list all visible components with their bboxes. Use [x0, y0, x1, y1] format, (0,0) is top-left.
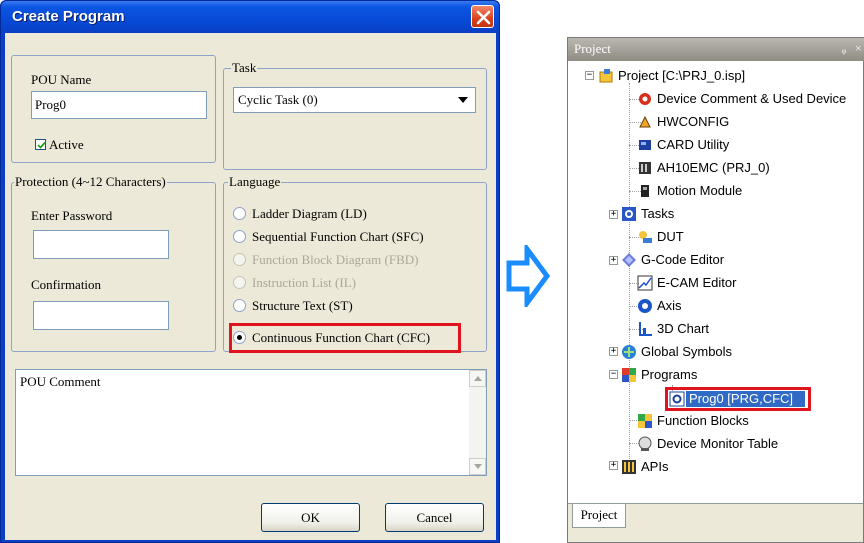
radio-sfc[interactable] — [233, 230, 246, 243]
radio-st[interactable] — [233, 299, 246, 312]
language-label-sfc: Sequential Function Chart (SFC) — [252, 229, 424, 244]
task-dropdown-button[interactable] — [452, 89, 474, 111]
scroll-down-icon — [474, 464, 482, 469]
create-program-dialog: Create Program POU Name Prog0 Active Tas… — [0, 0, 500, 543]
hwconfig-icon — [639, 115, 651, 128]
tasks-icon — [622, 207, 636, 221]
pin-icon[interactable]: ᵩ — [842, 41, 846, 56]
active-checkbox[interactable] — [35, 139, 46, 150]
expand-apis-icon[interactable]: + — [609, 461, 618, 470]
function-blocks-icon — [638, 414, 652, 428]
radio-ld[interactable] — [233, 207, 246, 220]
scroll-up-icon — [474, 376, 482, 381]
radio-fbd — [233, 253, 246, 266]
password-input[interactable] — [33, 230, 169, 259]
ok-button[interactable]: OK — [261, 503, 360, 532]
expand-global-symbols-icon[interactable]: + — [609, 347, 618, 356]
task-legend: Task — [231, 60, 258, 76]
scroll-down-button[interactable] — [469, 458, 486, 475]
right-arrow-icon — [506, 245, 551, 307]
apis-icon — [622, 460, 636, 474]
dialog-body: POU Name Prog0 Active Task Cyclic Task (… — [5, 33, 496, 540]
language-label-ld: Ladder Diagram (LD) — [252, 206, 367, 221]
gcode-icon — [622, 253, 636, 267]
language-label-st: Structure Text (ST) — [252, 298, 353, 313]
active-label: Active — [49, 137, 84, 152]
cfc-highlight-box — [229, 323, 461, 353]
project-tab[interactable]: Project — [572, 504, 626, 528]
close-button[interactable] — [471, 5, 494, 28]
protection-legend: Protection (4~12 Characters) — [14, 174, 167, 190]
dialog-title: Create Program — [12, 8, 125, 25]
pou-comment-text: POU Comment — [20, 374, 101, 389]
confirmation-label: Confirmation — [31, 277, 102, 292]
pou-name-value: Prog0 — [35, 97, 67, 112]
checkmark-icon — [37, 141, 46, 149]
task-select[interactable]: Cyclic Task (0) — [233, 87, 476, 113]
panel-close-icon[interactable]: × — [855, 41, 862, 56]
motion-module-icon — [641, 185, 649, 197]
dialog-titlebar[interactable]: Create Program — [1, 1, 499, 33]
enter-password-label: Enter Password — [31, 208, 113, 223]
dropdown-arrow-icon — [458, 97, 468, 103]
scroll-up-button[interactable] — [469, 370, 486, 387]
radio-il — [233, 276, 246, 289]
language-label-il: Instruction List (IL) — [252, 275, 356, 290]
ecam-icon — [637, 275, 653, 291]
pou-comment-textarea[interactable]: POU Comment — [15, 369, 487, 476]
axis-icon — [638, 299, 652, 313]
card-utility-icon — [639, 140, 651, 150]
panel-tabbar: Project — [568, 503, 863, 542]
collapse-programs-icon[interactable]: − — [609, 370, 618, 379]
project-icon — [599, 69, 613, 83]
task-select-value: Cyclic Task (0) — [238, 92, 318, 107]
language-legend: Language — [228, 174, 282, 190]
dut-icon — [639, 231, 652, 243]
task-group: Task — [223, 60, 487, 170]
module-icon — [639, 162, 651, 174]
comment-scrollbar[interactable] — [469, 370, 486, 475]
programs-icon — [622, 368, 636, 382]
pou-name-label: POU Name — [31, 72, 92, 87]
close-icon — [476, 10, 491, 25]
device-comment-icon — [639, 93, 651, 105]
monitor-table-icon — [638, 436, 652, 451]
project-panel-header[interactable]: Project ᵩ × — [568, 38, 864, 61]
global-symbols-icon — [622, 345, 636, 359]
language-label-fbd: Function Block Diagram (FBD) — [252, 252, 419, 267]
pou-name-input[interactable]: Prog0 — [31, 91, 207, 119]
tree-guide-line — [629, 83, 630, 469]
project-panel-title: Project — [574, 41, 611, 56]
confirmation-input[interactable] — [33, 301, 169, 330]
collapse-project-icon[interactable]: − — [585, 71, 594, 80]
expand-gcode-icon[interactable]: + — [609, 256, 618, 265]
expand-tasks-icon[interactable]: + — [609, 210, 618, 219]
prog0-highlight-box — [665, 387, 811, 411]
cancel-button[interactable]: Cancel — [385, 503, 484, 532]
chart3d-icon — [639, 322, 652, 336]
